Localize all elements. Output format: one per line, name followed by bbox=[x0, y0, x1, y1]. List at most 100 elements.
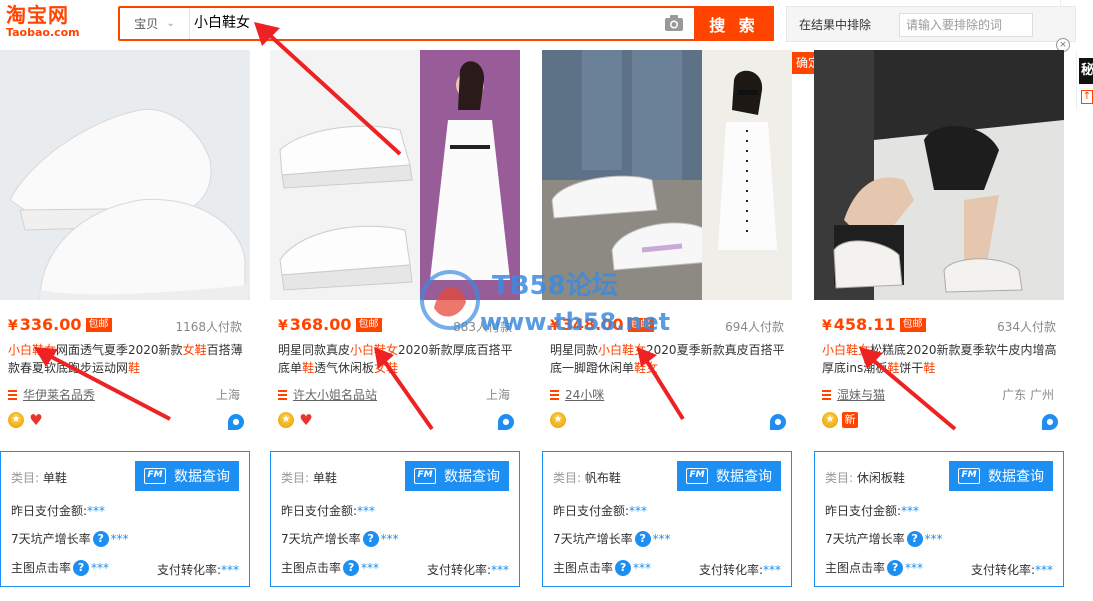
title-keyword: 鞋 bbox=[128, 361, 141, 375]
product-title[interactable]: 明星同款真皮小白鞋女2020新款厚底百搭平底单鞋透气休闲板女鞋 bbox=[278, 341, 514, 377]
paid-value: *** bbox=[901, 503, 920, 518]
sales-count: 634人付款 bbox=[997, 320, 1056, 334]
gold-medal-icon[interactable]: ★ bbox=[278, 412, 294, 428]
help-icon[interactable]: ? bbox=[887, 559, 904, 576]
product-image[interactable] bbox=[542, 50, 792, 300]
paid-label: 昨日支付金额: bbox=[825, 504, 902, 518]
product-card[interactable]: ¥458.11 包邮 634人付款小白鞋女松糕底2020新款夏季软牛皮内增高厚底in… bbox=[814, 50, 1064, 451]
price-value: 348.00 bbox=[561, 315, 624, 334]
product-card[interactable]: ¥348.00 包邮 694人付款 明星同款小白鞋女2020夏季新款真皮百搭平底一脚蹬… bbox=[542, 50, 792, 451]
title-keyword: 鞋女 bbox=[634, 361, 659, 375]
camera-icon[interactable] bbox=[664, 14, 684, 32]
badge-row: ★ bbox=[550, 412, 566, 428]
shop-icon bbox=[550, 389, 559, 400]
data-query-label: 数据查询 bbox=[716, 469, 772, 485]
yen-sign: ¥ bbox=[8, 318, 18, 334]
right-edge-char: 秘 bbox=[1079, 58, 1093, 84]
title-keyword: 鞋 bbox=[923, 361, 936, 375]
right-edge-strip: 秘 ↑ bbox=[1076, 52, 1093, 110]
paid-amount-row: 昨日支付金额: *** bbox=[825, 502, 919, 519]
shop-name: 许大小姐名品站 bbox=[293, 388, 378, 402]
shop-name: 华伊莱名品秀 bbox=[23, 388, 96, 402]
title-keyword: 女鞋 bbox=[182, 343, 207, 357]
growth-rate-row: 7天坑产增长率? *** bbox=[553, 530, 671, 547]
title-keyword: 女鞋 bbox=[374, 361, 399, 375]
product-title[interactable]: 小白鞋女网面透气夏季2020新款女鞋百搭薄款春夏软底跑步运动网鞋 bbox=[8, 341, 244, 377]
search-input[interactable]: 小白鞋女 bbox=[194, 8, 250, 39]
data-query-button[interactable]: FM 数据查询 bbox=[949, 461, 1053, 491]
help-icon[interactable]: ? bbox=[92, 530, 109, 547]
product-card[interactable]: ¥368.00 包邮 883人付款 明星同款真皮小白鞋女2020新款厚底百搭平底单鞋透… bbox=[270, 50, 520, 451]
growth-label: 7天坑产增长率 bbox=[553, 532, 633, 546]
heart-icon[interactable]: ♥ bbox=[28, 412, 44, 428]
title-text: 明星同款真皮 bbox=[278, 343, 351, 357]
chat-icon[interactable]: ● bbox=[1042, 414, 1058, 430]
taobao-logo[interactable]: 淘宝网 Taobao.com bbox=[6, 4, 90, 44]
shop-location: 广东 广州 bbox=[1002, 388, 1054, 402]
gold-medal-icon[interactable]: ★ bbox=[550, 412, 566, 428]
ctr-label: 主图点击率 bbox=[11, 561, 72, 575]
shop-icon bbox=[822, 389, 831, 400]
paid-amount-row: 昨日支付金额: *** bbox=[553, 502, 647, 519]
growth-label: 7天坑产增长率 bbox=[825, 532, 905, 546]
product-image[interactable] bbox=[814, 50, 1064, 300]
help-icon[interactable]: ? bbox=[343, 559, 360, 576]
product-card[interactable]: ¥336.00 包邮 1168人付款 小白鞋女网面透气夏季2020新款女鞋百搭薄款春夏… bbox=[0, 50, 250, 451]
shop-link[interactable]: 华伊莱名品秀 bbox=[8, 386, 95, 403]
chat-icon[interactable]: ● bbox=[228, 414, 244, 430]
product-image[interactable] bbox=[0, 50, 250, 300]
paid-amount-row: 昨日支付金额: *** bbox=[11, 502, 105, 519]
category-value: 单鞋 bbox=[312, 471, 337, 485]
category-label: 类目: bbox=[281, 471, 310, 485]
category-row: 类目: 单鞋 bbox=[281, 469, 337, 486]
shop-link[interactable]: 许大小姐名品站 bbox=[278, 386, 377, 403]
shop-link[interactable]: 24小咪 bbox=[550, 386, 604, 403]
sales-count: 1168人付款 bbox=[175, 320, 242, 334]
product-title[interactable]: 小白鞋女松糕底2020新款夏季软牛皮内增高厚底ins潮板鞋饼干鞋 bbox=[822, 341, 1058, 377]
chat-icon[interactable]: ● bbox=[498, 414, 514, 430]
paid-label: 昨日支付金额: bbox=[281, 504, 358, 518]
data-query-button[interactable]: FM 数据查询 bbox=[405, 461, 509, 491]
conversion-row: 支付转化率:*** bbox=[157, 561, 239, 578]
help-icon[interactable]: ? bbox=[906, 530, 923, 547]
data-query-label: 数据查询 bbox=[174, 469, 230, 485]
conversion-row: 支付转化率:*** bbox=[699, 561, 781, 578]
search-category-label: 宝贝 bbox=[134, 17, 159, 31]
conversion-value: *** bbox=[763, 563, 781, 577]
free-shipping-badge: 包邮 bbox=[355, 318, 382, 332]
growth-label: 7天坑产增长率 bbox=[281, 532, 361, 546]
data-query-button[interactable]: FM 数据查询 bbox=[135, 461, 239, 491]
ctr-value: *** bbox=[633, 560, 652, 575]
gold-medal-icon[interactable]: ★ bbox=[822, 412, 838, 428]
gold-medal-icon[interactable]: ★ bbox=[8, 412, 24, 428]
product-title[interactable]: 明星同款小白鞋女2020夏季新款真皮百搭平底一脚蹬休闲单鞋女 bbox=[550, 341, 786, 377]
ctr-label: 主图点击率 bbox=[553, 561, 614, 575]
search-category-select[interactable]: 宝贝 ⌄ bbox=[120, 8, 190, 39]
data-query-button[interactable]: FM 数据查询 bbox=[677, 461, 781, 491]
conversion-label: 支付转化率: bbox=[426, 563, 491, 577]
search-button[interactable]: 搜 索 bbox=[694, 6, 774, 41]
growth-value: *** bbox=[110, 531, 129, 546]
new-icon[interactable]: 新 bbox=[842, 412, 858, 428]
conversion-value: *** bbox=[491, 563, 509, 577]
help-icon[interactable]: ? bbox=[362, 530, 379, 547]
help-icon[interactable]: ? bbox=[634, 530, 651, 547]
help-icon[interactable]: ? bbox=[615, 559, 632, 576]
conversion-row: 支付转化率:*** bbox=[971, 561, 1053, 578]
badge-row: ★ ♥ bbox=[278, 412, 314, 428]
product-price: ¥458.11 包邮 bbox=[822, 315, 926, 334]
title-text: 网面透气夏季2020新款 bbox=[56, 343, 183, 357]
yen-sign: ¥ bbox=[822, 318, 832, 334]
growth-rate-row: 7天坑产增长率? *** bbox=[825, 530, 943, 547]
help-icon[interactable]: ? bbox=[73, 559, 90, 576]
exclude-panel: 在结果中排除 请输入要排除的词 bbox=[786, 6, 1076, 42]
heart-icon[interactable]: ♥ bbox=[298, 412, 314, 428]
conversion-label: 支付转化率: bbox=[156, 563, 221, 577]
product-image[interactable] bbox=[270, 50, 520, 300]
exclude-input[interactable]: 请输入要排除的词 bbox=[899, 13, 1033, 37]
shop-link[interactable]: 湿妹与猫 bbox=[822, 386, 885, 403]
growth-rate-row: 7天坑产增长率? *** bbox=[11, 530, 129, 547]
chat-icon[interactable]: ● bbox=[770, 414, 786, 430]
arrow-icon[interactable]: ↑ bbox=[1081, 90, 1093, 104]
title-text: 明星同款 bbox=[550, 343, 599, 357]
